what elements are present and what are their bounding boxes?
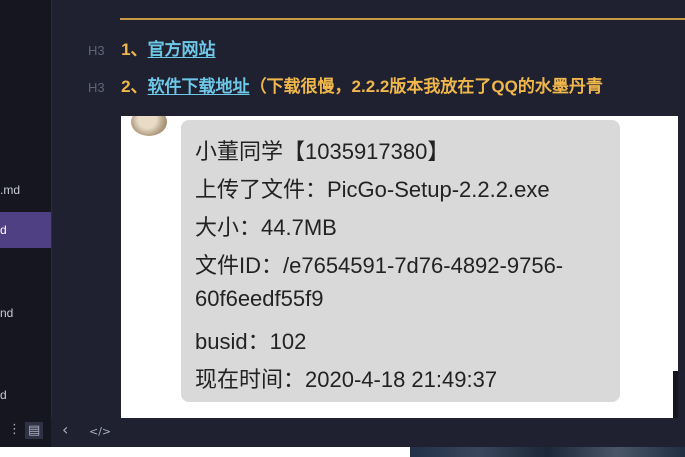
more-options-icon[interactable]: ⋮	[8, 422, 21, 437]
desktop-wallpaper	[410, 447, 685, 457]
chat-line: 60f6eedf55f9	[195, 286, 324, 311]
chat-line: 现在时间：2020-4-18 21:49:37	[195, 367, 498, 392]
background-window-strip	[0, 447, 410, 457]
source-code-icon[interactable]: </>	[89, 425, 111, 438]
heading-level-tag: H3	[88, 80, 105, 95]
chat-line: 文件ID：/e7654591-7d76-4892-9756-	[195, 253, 564, 278]
sidebar-file-item[interactable]: nd	[0, 303, 51, 323]
heading-level-tag: H3	[88, 43, 105, 58]
heading-prefix: 2、	[121, 77, 148, 96]
chat-bubble: 小董同学【1035917380】 上传了文件：PicGo-Setup-2.2.2…	[181, 120, 620, 402]
chat-screenshot-image[interactable]: 小董同学【1035917380】 上传了文件：PicGo-Setup-2.2.2…	[121, 116, 678, 418]
avatar	[131, 116, 167, 136]
heading-note: （下载很慢，2.2.2版本我放在了QQ的水墨丹青	[249, 77, 603, 96]
heading-line-2[interactable]: H3 2、软件下载地址（下载很慢，2.2.2版本我放在了QQ的水墨丹青	[88, 74, 603, 100]
sidebar-file-item[interactable]: d	[0, 385, 51, 405]
sidebar-file-item-active[interactable]: d	[0, 212, 51, 248]
official-site-link[interactable]: 官方网站	[148, 40, 216, 59]
editor-pane[interactable]: H3 1、官方网站 H3 2、软件下载地址（下载很慢，2.2.2版本我放在了QQ…	[52, 0, 685, 420]
chat-line: 小董同学【1035917380】	[195, 139, 450, 164]
image-edge	[673, 371, 678, 418]
heading-line-1[interactable]: H3 1、官方网站	[88, 37, 216, 63]
heading-prefix: 1、	[121, 40, 148, 59]
chat-line: busid：102	[195, 329, 307, 354]
horizontal-rule	[120, 18, 685, 20]
back-icon[interactable]: ‹	[62, 420, 68, 439]
sidebar-file-item[interactable]: .md	[0, 180, 51, 200]
chat-line: 上传了文件：PicGo-Setup-2.2.2.exe	[195, 177, 550, 202]
outline-toggle-icon[interactable]: ▤	[25, 422, 44, 439]
file-sidebar: .md d nd d	[0, 0, 51, 420]
download-link[interactable]: 软件下载地址	[148, 77, 250, 96]
chat-line: 大小：44.7MB	[195, 215, 337, 240]
